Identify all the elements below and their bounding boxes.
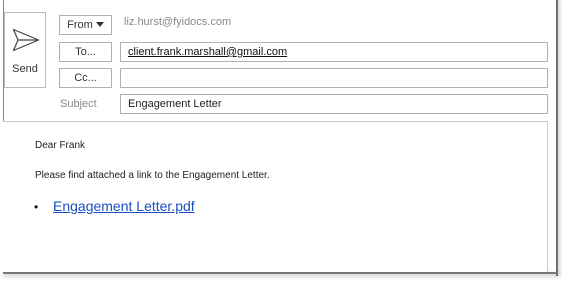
cc-label: Cc... [74,72,97,84]
to-label: To... [75,46,96,58]
window-frame-right [556,0,558,276]
attachment-link[interactable]: Engagement Letter.pdf [53,198,195,214]
window-frame-bottom [3,272,558,274]
subject-label: Subject [60,98,97,110]
salutation-text: Dear Frank [35,140,86,151]
from-label: From [67,19,93,31]
message-text: Please find attached a link to the Engag… [35,170,270,181]
to-recipient[interactable]: client.frank.marshall@gmail.com [128,46,287,58]
send-icon [12,28,40,52]
send-button[interactable]: Send [4,12,46,88]
from-address: liz.hurst@fyidocs.com [124,16,232,28]
to-field[interactable]: client.frank.marshall@gmail.com [120,42,548,62]
bullet-icon: • [34,200,39,214]
cc-button[interactable]: Cc... [59,68,112,88]
to-button[interactable]: To... [59,42,112,62]
cc-field[interactable] [120,68,548,88]
chevron-down-icon [95,21,104,27]
subject-field[interactable]: Engagement Letter [120,94,548,114]
from-button[interactable]: From [59,15,112,35]
send-label: Send [12,63,38,75]
